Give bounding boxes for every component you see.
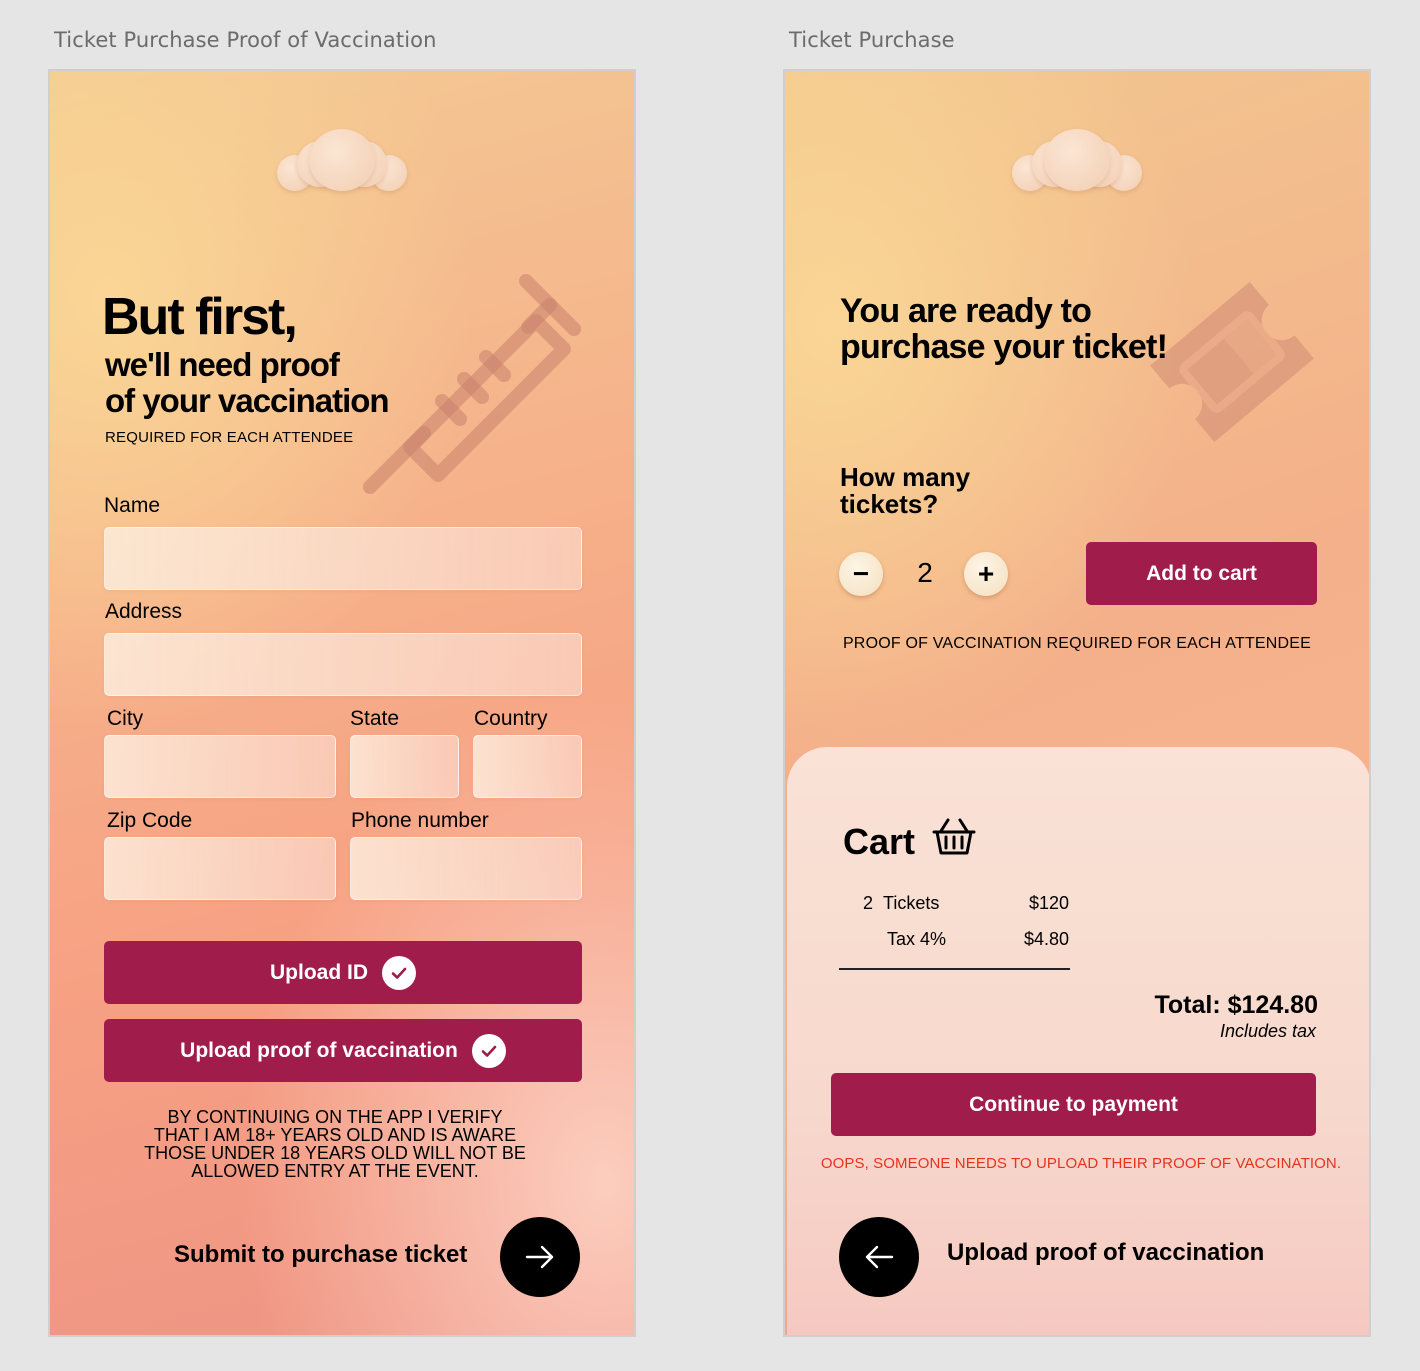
age-disclaimer: BY CONTINUING ON THE APP I VERIFY THAT I… — [120, 1108, 550, 1180]
ticket-count-question: How many tickets? — [840, 464, 970, 518]
submit-next-button[interactable] — [500, 1217, 580, 1297]
frame-label-purchase: Ticket Purchase — [789, 28, 955, 52]
upload-id-button[interactable]: Upload ID — [104, 941, 582, 1004]
disclaimer-line: THAT I AM 18+ YEARS OLD AND IS AWARE — [153, 1125, 517, 1145]
zip-input[interactable] — [104, 837, 336, 900]
city-input[interactable] — [104, 735, 336, 798]
basket-icon — [932, 818, 976, 855]
zip-label: Zip Code — [107, 809, 193, 832]
line-item-qty: 2 — [863, 893, 874, 913]
add-to-cart-button[interactable]: Add to cart — [1086, 542, 1317, 605]
upload-vaccination-button[interactable]: Upload proof of vaccination — [104, 1019, 582, 1082]
title-line-2: purchase your ticket! — [840, 328, 1168, 366]
name-input[interactable] — [104, 527, 582, 590]
title-line-1: You are ready to — [840, 292, 1092, 330]
question-line-1: How many — [840, 462, 971, 492]
name-label: Name — [104, 494, 161, 517]
address-input[interactable] — [104, 633, 582, 696]
check-icon — [471, 1033, 506, 1068]
state-label: State — [350, 707, 400, 730]
tax-amount: $4.80 — [1023, 929, 1069, 949]
increment-button[interactable]: + — [964, 552, 1008, 596]
ticket-quantity: 2 — [917, 557, 933, 588]
cart-panel: Cart 2 Tickets $120 Tax 4% $4.80 Total: … — [787, 747, 1369, 1335]
includes-tax-note: Includes tax — [1219, 1021, 1316, 1041]
back-upload-label[interactable]: Upload proof of vaccination — [947, 1239, 1264, 1267]
subtotal-divider — [839, 968, 1070, 970]
tax-label: Tax 4% — [887, 929, 947, 949]
page-title: But first, — [102, 288, 298, 346]
back-button[interactable] — [839, 1217, 919, 1297]
required-note: REQUIRED FOR EACH ATTENDEE — [105, 429, 354, 446]
check-icon — [382, 955, 416, 990]
cloud-logo-icon — [1012, 129, 1142, 199]
plus-icon: + — [977, 558, 995, 589]
disclaimer-line: ALLOWED ENTRY AT THE EVENT. — [191, 1161, 479, 1181]
cloud-logo-icon — [277, 129, 407, 199]
subtitle-line-2: of your vaccination — [105, 382, 390, 419]
line-item-name: Tickets — [883, 893, 940, 913]
minus-icon: − — [852, 558, 870, 589]
country-label: Country — [474, 707, 548, 730]
decrement-button[interactable]: − — [839, 552, 883, 596]
page-title: You are ready to purchase your ticket! — [840, 292, 1168, 366]
error-message: OOPS, SOMEONE NEEDS TO UPLOAD THEIR PROO… — [820, 1155, 1342, 1172]
continue-to-payment-button[interactable]: Continue to payment — [831, 1073, 1316, 1136]
city-label: City — [107, 707, 144, 730]
ticket-purchase-screen: You are ready to purchase your ticket! H… — [783, 69, 1371, 1337]
proof-required-note: PROOF OF VACCINATION REQUIRED FOR EACH A… — [842, 635, 1312, 652]
arrow-left-icon — [865, 1245, 894, 1269]
cart-total: Total: $124.80 — [1154, 991, 1318, 1019]
arrow-right-icon — [525, 1245, 554, 1269]
cart-title: Cart — [843, 821, 916, 862]
question-line-2: tickets? — [840, 489, 939, 519]
upload-vaccination-label: Upload proof of vaccination — [180, 1038, 458, 1062]
phone-label: Phone number — [351, 809, 489, 832]
line-item-price: $120 — [1028, 893, 1069, 913]
page-subtitle: we'll need proof of your vaccination — [105, 347, 445, 419]
disclaimer-line: THOSE UNDER 18 YEARS OLD WILL NOT BE — [144, 1143, 526, 1163]
subtitle-line-1: we'll need proof — [105, 346, 340, 383]
address-label: Address — [105, 600, 183, 623]
frame-label-vaccination: Ticket Purchase Proof of Vaccination — [54, 28, 437, 52]
upload-id-label: Upload ID — [270, 960, 368, 984]
proof-of-vaccination-screen: But first, we'll need proof of your vacc… — [48, 69, 636, 1337]
disclaimer-line: BY CONTINUING ON THE APP I VERIFY — [167, 1107, 503, 1127]
country-input[interactable] — [473, 735, 582, 798]
submit-label[interactable]: Submit to purchase ticket — [174, 1241, 467, 1269]
state-input[interactable] — [350, 735, 459, 798]
phone-input[interactable] — [350, 837, 582, 900]
